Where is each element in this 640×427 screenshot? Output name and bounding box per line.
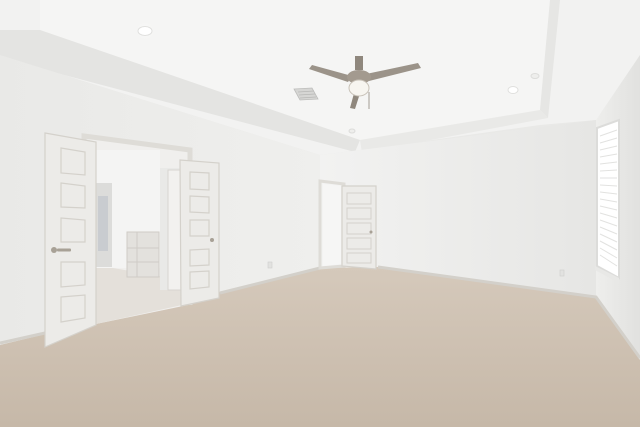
wall-outlet: [267, 261, 273, 269]
recessed-light: [505, 82, 521, 98]
recessed-light: [530, 73, 540, 79]
wall-outlet: [559, 269, 565, 277]
door-knob[interactable]: [51, 247, 57, 253]
closet-door[interactable]: [341, 185, 377, 270]
recessed-light: [348, 128, 356, 134]
fan-light: [348, 79, 370, 97]
right-french-door[interactable]: [179, 159, 220, 307]
door-knob[interactable]: [210, 238, 214, 242]
closet-doorway: [318, 179, 346, 270]
vanity-cabinet: [126, 231, 160, 278]
left-french-door[interactable]: [44, 132, 97, 348]
recessed-light: [134, 20, 156, 42]
bathroom-opening: [84, 138, 188, 324]
bedroom-photo: [0, 0, 640, 427]
window-with-blinds: [595, 118, 620, 283]
